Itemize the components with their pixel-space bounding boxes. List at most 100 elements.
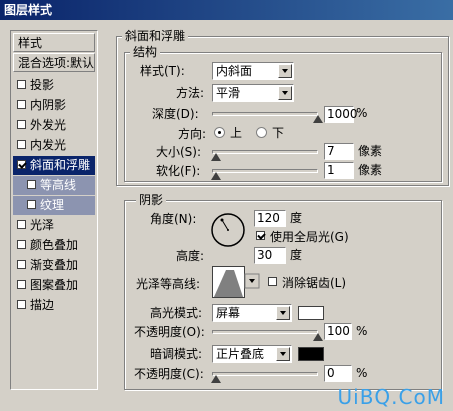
shadow-opacity-input[interactable]: 0 [324, 365, 352, 382]
structure-group-title: 结构 [130, 45, 161, 59]
style-item-bevel-emboss[interactable]: 斜面和浮雕 [13, 156, 95, 175]
shadow-opacity-label: 不透明度(C): [134, 367, 204, 381]
style-item-inner-glow[interactable]: 内发光 [13, 136, 95, 155]
altitude-unit: 度 [290, 248, 303, 262]
shadow-opacity-handle[interactable] [211, 375, 221, 383]
window-title: 图层样式 [0, 0, 453, 20]
style-item-inner-shadow[interactable]: 内阴影 [13, 96, 95, 115]
size-input[interactable]: 7 [324, 143, 354, 160]
soften-slider[interactable] [212, 169, 318, 173]
altitude-input[interactable]: 30 [254, 247, 286, 264]
size-slider-handle[interactable] [211, 153, 221, 161]
style-label: 描边 [30, 298, 55, 312]
styles-list: 样式 混合选项:默认 投影 内阴影 外发光 内发光 斜面和浮雕 等高线 纹理 光… [10, 30, 98, 390]
watermark: UiBQ.CoM [337, 385, 445, 409]
direction-label: 方向: [178, 127, 207, 141]
style-label: 图案叠加 [30, 278, 79, 292]
style-item-color-overlay[interactable]: 颜色叠加 [13, 236, 95, 255]
style-label: 颜色叠加 [30, 238, 79, 252]
global-light-checkbox[interactable] [256, 231, 265, 240]
chevron-down-icon [278, 64, 292, 78]
checkbox[interactable] [17, 120, 26, 129]
gloss-contour-preview[interactable] [212, 266, 262, 298]
style-item-pattern-overlay[interactable]: 图案叠加 [13, 276, 95, 295]
style-label: 投影 [30, 78, 55, 92]
style-label: 纹理 [40, 198, 65, 212]
checkbox[interactable] [17, 260, 26, 269]
highlight-opacity-label: 不透明度(O): [134, 325, 205, 339]
style-label: 内阴影 [30, 98, 67, 112]
checkbox[interactable] [27, 200, 36, 209]
styles-header[interactable]: 样式 [13, 33, 95, 52]
highlight-opacity-handle[interactable] [313, 333, 323, 341]
shadow-color-swatch[interactable] [298, 347, 324, 361]
style-select[interactable]: 内斜面 [212, 62, 294, 80]
size-unit: 像素 [358, 144, 383, 158]
chevron-down-icon [276, 306, 290, 320]
angle-unit: 度 [290, 211, 303, 225]
altitude-label: 高度: [176, 249, 205, 263]
highlight-opacity-unit: % [356, 324, 368, 338]
method-select-value: 平滑 [216, 86, 241, 100]
gloss-contour-label: 光泽等高线: [136, 277, 201, 291]
shadow-mode-select[interactable]: 正片叠底 [212, 345, 292, 363]
style-label: 斜面和浮雕 [30, 158, 91, 172]
style-item-satin[interactable]: 光泽 [13, 216, 95, 235]
shadow-opacity-slider[interactable] [212, 372, 318, 376]
method-select[interactable]: 平滑 [212, 84, 294, 102]
soften-label: 软化(F): [156, 164, 201, 178]
depth-slider-handle[interactable] [313, 115, 323, 123]
shading-group-title: 阴影 [136, 193, 167, 207]
depth-slider[interactable] [212, 112, 318, 116]
direction-down-radio[interactable] [256, 127, 267, 138]
checkbox[interactable] [17, 100, 26, 109]
angle-input[interactable]: 120 [254, 210, 286, 227]
direction-up-label: 上 [230, 126, 243, 140]
blending-options[interactable]: 混合选项:默认 [13, 53, 95, 72]
highlight-color-swatch[interactable] [298, 306, 324, 320]
bevel-group-title: 斜面和浮雕 [122, 29, 189, 43]
angle-label: 角度(N): [150, 212, 197, 226]
depth-label: 深度(D): [152, 107, 199, 121]
style-item-gradient-overlay[interactable]: 渐变叠加 [13, 256, 95, 275]
depth-unit: % [356, 106, 368, 120]
soften-slider-handle[interactable] [211, 172, 221, 180]
checkbox[interactable] [17, 280, 26, 289]
style-item-texture[interactable]: 纹理 [13, 196, 95, 215]
size-slider[interactable] [212, 150, 318, 154]
checkbox[interactable] [17, 240, 26, 249]
direction-up-radio[interactable] [214, 127, 225, 138]
size-label: 大小(S): [156, 145, 202, 159]
highlight-mode-value: 屏幕 [216, 306, 241, 320]
shadow-opacity-unit: % [356, 366, 368, 380]
checkbox[interactable] [17, 140, 26, 149]
shadow-mode-value: 正片叠底 [216, 347, 265, 361]
style-item-outer-glow[interactable]: 外发光 [13, 116, 95, 135]
method-label: 方法: [176, 86, 205, 100]
chevron-down-icon [276, 347, 290, 361]
style-label: 外发光 [30, 118, 67, 132]
checkbox[interactable] [17, 220, 26, 229]
direction-down-label: 下 [272, 126, 285, 140]
style-label: 内发光 [30, 138, 67, 152]
depth-input[interactable]: 1000 [324, 106, 358, 123]
checkbox[interactable] [17, 300, 26, 309]
angle-dial-icon[interactable] [208, 210, 248, 250]
style-select-value: 内斜面 [216, 64, 253, 78]
style-label: 等高线 [40, 178, 77, 192]
checkbox[interactable] [17, 160, 26, 169]
soften-unit: 像素 [358, 163, 383, 177]
soften-input[interactable]: 1 [324, 162, 354, 179]
shadow-mode-label: 暗调模式: [150, 347, 203, 361]
style-label: 渐变叠加 [30, 258, 79, 272]
style-item-stroke[interactable]: 描边 [13, 296, 95, 315]
global-light-label: 使用全局光(G) [270, 230, 349, 244]
highlight-opacity-input[interactable]: 100 [324, 323, 352, 340]
highlight-opacity-slider[interactable] [212, 330, 318, 334]
highlight-mode-select[interactable]: 屏幕 [212, 304, 292, 322]
style-item-drop-shadow[interactable]: 投影 [13, 76, 95, 95]
antialias-checkbox[interactable] [268, 277, 277, 286]
checkbox[interactable] [17, 80, 26, 89]
style-item-contour[interactable]: 等高线 [13, 176, 95, 195]
checkbox[interactable] [27, 180, 36, 189]
